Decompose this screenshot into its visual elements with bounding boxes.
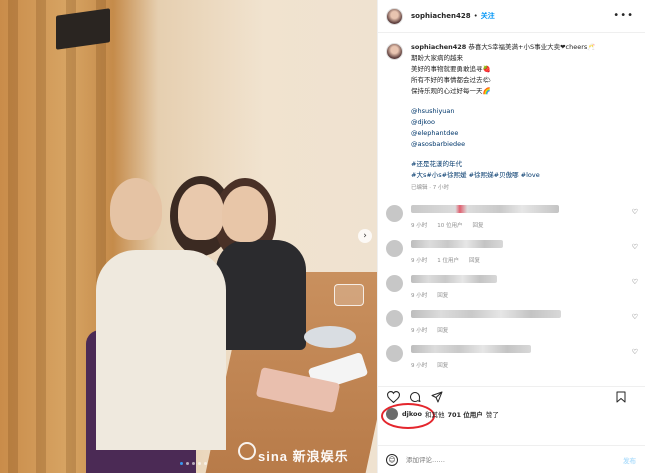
carousel-dot <box>186 462 189 465</box>
mention-link[interactable]: @asosbarbiedee <box>411 139 631 150</box>
post-header: sophiachen428 • 关注 ••• <box>378 0 645 33</box>
comment: 9 小时 回复 ♡ <box>386 275 638 299</box>
comment: 9 小时 回复 ♡ <box>386 345 638 369</box>
emoji-icon[interactable]: ☺ <box>386 453 398 466</box>
caption: sophiachen428 恭喜大S幸福美满+小S事业大卖❤cheers🥂 期盼… <box>386 42 638 194</box>
likes-suffix: 赞了 <box>485 411 499 419</box>
username[interactable]: sophiachen428 <box>411 12 471 20</box>
reply-button[interactable]: 回复 <box>469 258 480 264</box>
sina-logo-icon <box>238 442 256 460</box>
avatar[interactable] <box>386 275 403 292</box>
heart-icon[interactable]: ♡ <box>632 348 638 356</box>
person-body <box>96 250 226 450</box>
bookmark-icon[interactable] <box>614 390 628 404</box>
heart-icon[interactable]: ♡ <box>632 243 638 251</box>
share-icon[interactable] <box>430 390 444 404</box>
wood-slat <box>8 0 18 473</box>
add-comment-bar: ☺ 发布 <box>378 445 645 473</box>
caption-time: 已编辑 · 7 小时 <box>411 185 449 191</box>
avatar[interactable] <box>386 310 403 327</box>
carousel-dot <box>204 462 207 465</box>
avatar[interactable] <box>386 205 403 222</box>
comment-time: 9 小时 <box>411 328 428 334</box>
carousel-dot <box>198 462 201 465</box>
reply-button[interactable]: 回复 <box>437 363 448 369</box>
carousel-dot <box>192 462 195 465</box>
glass <box>334 284 364 306</box>
avatar[interactable] <box>386 408 398 420</box>
comment-likes[interactable]: 1 位用户 <box>437 258 459 264</box>
likes-conj: 和其他 <box>424 411 445 419</box>
person-face <box>222 186 268 242</box>
separator-dot: • <box>473 12 478 20</box>
comment-icon[interactable] <box>408 390 422 404</box>
caption-username[interactable]: sophiachen428 <box>411 43 466 51</box>
carousel-dot <box>180 462 183 465</box>
comment-time: 9 小时 <box>411 223 428 229</box>
hashtag-link[interactable]: #还是花漾的年代 <box>411 159 631 170</box>
caption-line: 恭喜大S幸福美满+小S事业大卖❤cheers🥂 <box>468 43 596 51</box>
person-face <box>110 178 162 240</box>
caption-line: 所有不好的事情都会过去🌤 <box>411 76 491 84</box>
follow-button[interactable]: 关注 <box>481 11 495 21</box>
wood-slat <box>36 0 46 473</box>
heart-icon[interactable]: ♡ <box>632 313 638 321</box>
watermark: sina 新浪娱乐 <box>258 449 349 464</box>
avatar[interactable] <box>386 43 403 60</box>
post-button[interactable]: 发布 <box>623 455 636 465</box>
next-photo-button[interactable]: › <box>358 229 372 243</box>
comment-time: 9 小时 <box>411 258 428 264</box>
more-options-icon[interactable]: ••• <box>613 10 634 21</box>
caption-line: 保持乐观的心过好每一天🌈 <box>411 87 491 95</box>
person-face <box>178 184 224 240</box>
comments-scroll[interactable]: sophiachen428 恭喜大S幸福美满+小S事业大卖❤cheers🥂 期盼… <box>378 34 645 380</box>
reply-button[interactable]: 回复 <box>437 328 448 334</box>
blurred-comment-text <box>411 310 561 318</box>
caption-line: 期盼大家病的越来 <box>411 54 463 62</box>
comment: 9 小时 10 位用户 回复 ♡ <box>386 205 638 229</box>
person-body <box>216 240 306 350</box>
post-photo[interactable]: › sina 新浪娱乐 <box>0 0 377 473</box>
plate <box>304 326 356 348</box>
liker-username[interactable]: djkoo <box>402 410 422 418</box>
comment: 9 小时 1 位用户 回复 ♡ <box>386 240 638 264</box>
avatar[interactable] <box>386 240 403 257</box>
likes-count[interactable]: 701 位用户 <box>447 409 482 419</box>
blurred-comment-text <box>411 345 531 353</box>
mention-link[interactable]: @elephantdee <box>411 128 631 139</box>
likes-summary: djkoo 和其他 701 位用户 赞了 <box>386 408 502 420</box>
heart-icon[interactable]: ♡ <box>632 278 638 286</box>
avatar[interactable] <box>386 345 403 362</box>
mention-link[interactable]: @djkoo <box>411 117 631 128</box>
blurred-comment-text <box>411 205 559 213</box>
reply-button[interactable]: 回复 <box>473 223 484 229</box>
comment-likes[interactable]: 10 位用户 <box>437 223 462 229</box>
carousel-dots <box>180 462 207 465</box>
caption-line: 美好的事物就要勇敢追寻🍓 <box>411 65 491 73</box>
comment-time: 9 小时 <box>411 363 428 369</box>
like-icon[interactable] <box>386 390 400 404</box>
heart-icon[interactable]: ♡ <box>632 208 638 216</box>
comment-input[interactable] <box>406 455 596 464</box>
comment: 9 小时 回复 ♡ <box>386 310 638 334</box>
blurred-comment-text <box>411 275 497 283</box>
reply-button[interactable]: 回复 <box>437 293 448 299</box>
avatar[interactable] <box>386 7 403 25</box>
blurred-comment-text <box>411 240 503 248</box>
comment-time: 9 小时 <box>411 293 428 299</box>
hashtag-link[interactable]: #大s#小s#徐熙媛 #徐熙娣#贝傲哪 #love <box>411 170 631 181</box>
mention-link[interactable]: @hsushiyuan <box>411 106 631 117</box>
post-panel: sophiachen428 • 关注 ••• sophiachen428 恭喜大… <box>377 0 645 473</box>
wood-slat <box>66 0 76 473</box>
